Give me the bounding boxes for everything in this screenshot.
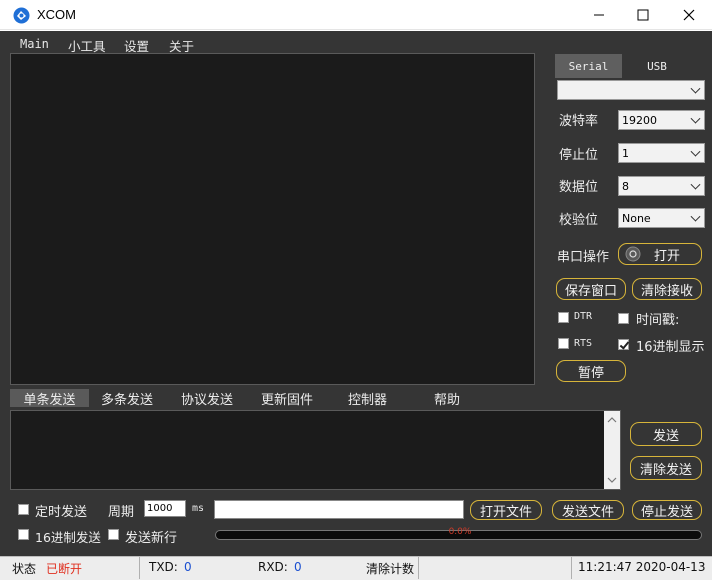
file-path-input[interactable] [214, 500, 464, 519]
stopbits-label: 停止位 [559, 148, 599, 163]
rts-label: RTS [574, 338, 593, 349]
chevron-down-icon [690, 83, 701, 94]
maximize-button[interactable] [620, 0, 666, 30]
tab-help[interactable]: 帮助 [434, 389, 460, 408]
timed-send-checkbox[interactable] [18, 504, 29, 515]
rxd-count: 0 [294, 560, 302, 574]
status-datetime: 11:21:47 2020-04-13 [578, 560, 706, 574]
close-button[interactable] [666, 0, 712, 30]
tab-protocol-send[interactable]: 协议发送 [181, 389, 233, 408]
tab-multi-send[interactable]: 多条发送 [101, 389, 153, 408]
pause-button[interactable]: 暂停 [556, 360, 626, 382]
open-file-button[interactable]: 打开文件 [470, 500, 542, 520]
clear-send-button[interactable]: 清除发送 [630, 456, 702, 480]
tab-usb[interactable]: USB [622, 54, 692, 78]
period-input[interactable]: 1000 [144, 500, 186, 517]
txd-label: TXD: [149, 560, 178, 574]
open-port-button[interactable]: 打开 [618, 243, 702, 265]
receive-textarea[interactable] [10, 53, 535, 385]
dtr-checkbox[interactable] [558, 312, 569, 323]
maximize-icon [637, 9, 649, 21]
hex-send-checkbox[interactable] [18, 529, 29, 540]
rts-checkbox[interactable] [558, 338, 569, 349]
timestamp-label: 时间戳: [636, 313, 680, 328]
timed-send-label: 定时发送 [35, 505, 88, 520]
title-bar: XCOM [0, 0, 712, 30]
rxd-label: RXD: [258, 560, 288, 574]
open-port-label: 打开 [653, 248, 680, 264]
tab-update-firmware[interactable]: 更新固件 [261, 389, 313, 408]
desktop-background [712, 0, 720, 588]
stopbits-select-value: 1 [622, 146, 629, 160]
databits-select[interactable]: 8 [618, 176, 705, 196]
period-label: 周期 [108, 505, 135, 520]
port-select[interactable] [557, 80, 705, 100]
tab-serial[interactable]: Serial [555, 54, 622, 78]
timestamp-checkbox[interactable] [618, 313, 629, 324]
chevron-down-icon [690, 179, 701, 190]
chevron-down-icon [690, 113, 701, 124]
minimize-icon [594, 14, 604, 16]
send-newline-checkbox[interactable] [108, 529, 119, 540]
connection-status: 已断开 [46, 562, 83, 576]
stop-send-button[interactable]: 停止发送 [632, 500, 702, 520]
close-icon [683, 9, 695, 21]
baud-select-value: 19200 [622, 113, 657, 127]
send-newline-label: 发送新行 [125, 531, 178, 546]
tab-controller[interactable]: 控制器 [348, 389, 387, 408]
chevron-down-icon [690, 211, 701, 222]
status-divider [571, 557, 572, 579]
parity-label: 校验位 [559, 213, 599, 228]
baud-select[interactable]: 19200 [618, 110, 705, 130]
xcom-logo-icon [13, 7, 30, 24]
chevron-down-icon [690, 146, 701, 157]
send-button[interactable]: 发送 [630, 422, 702, 446]
desktop-background [0, 580, 712, 588]
dtr-label: DTR [574, 311, 593, 322]
tab-single-send[interactable]: 单条发送 [10, 389, 89, 408]
scroll-down-icon [607, 477, 617, 483]
window-title: XCOM [37, 7, 76, 22]
power-icon [625, 246, 641, 262]
hex-display-label: 16进制显示 [636, 340, 705, 355]
databits-label: 数据位 [559, 180, 599, 195]
hex-display-checkbox[interactable] [618, 339, 629, 350]
save-window-button[interactable]: 保存窗口 [556, 278, 626, 300]
parity-select[interactable]: None [618, 208, 705, 228]
send-file-button[interactable]: 发送文件 [552, 500, 624, 520]
txd-count: 0 [184, 560, 192, 574]
port-operation-label: 串口操作 [557, 250, 610, 265]
baud-label: 波特率 [559, 114, 599, 129]
clear-count-button[interactable]: 清除计数 [366, 560, 414, 577]
clear-receive-button[interactable]: 清除接收 [632, 278, 702, 300]
stopbits-select[interactable]: 1 [618, 143, 705, 163]
status-divider [139, 557, 140, 579]
send-scrollbar[interactable] [604, 411, 620, 489]
menu-main[interactable]: Main [20, 37, 49, 51]
send-progress-text: 0.0% [448, 527, 472, 537]
send-textarea[interactable] [10, 410, 621, 490]
parity-select-value: None [622, 211, 651, 225]
scroll-up-icon [607, 417, 617, 423]
status-label: 状态 [12, 562, 37, 576]
hex-send-label: 16进制发送 [35, 530, 101, 545]
period-unit: ms [192, 503, 205, 514]
status-divider [418, 557, 419, 579]
databits-select-value: 8 [622, 179, 629, 193]
minimize-button[interactable] [576, 0, 622, 30]
